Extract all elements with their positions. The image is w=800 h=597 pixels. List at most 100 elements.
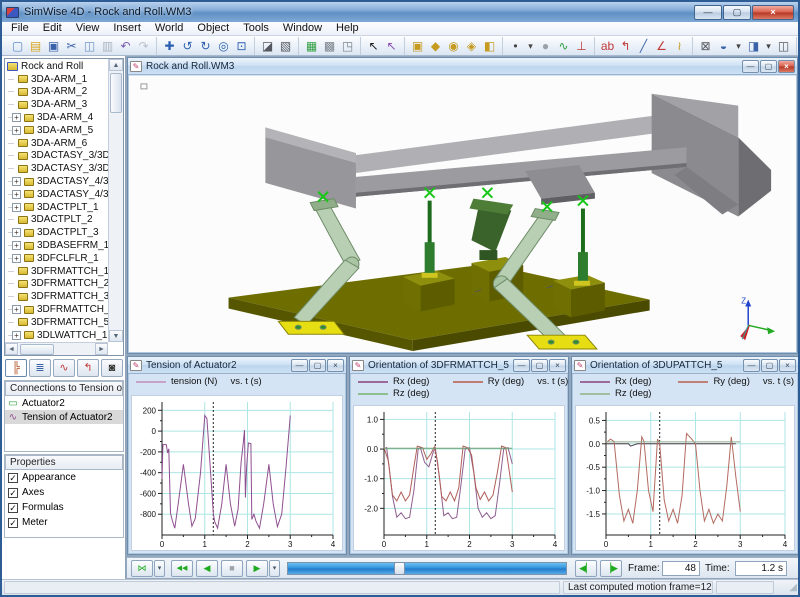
workspace-icon[interactable]: ◳ [340, 38, 355, 54]
curve-tool-icon[interactable]: ∿ [556, 38, 571, 54]
chart-plot[interactable]: 012342000-200-400-600-800 [131, 395, 343, 551]
tab-model-hierarchy[interactable]: ╠ [5, 359, 27, 377]
insert-sphere-body-icon[interactable]: ◉ [446, 38, 461, 54]
tree-horizontal-scrollbar[interactable]: ◄ ► [5, 342, 108, 355]
menu-world[interactable]: World [148, 22, 191, 35]
view-caret-icon[interactable]: ▾ [734, 38, 743, 54]
tree-item[interactable]: ─3DACTASY_3/3DA [7, 150, 108, 163]
menu-view[interactable]: View [69, 22, 107, 35]
checkbox[interactable]: ✓ [8, 473, 18, 483]
save-icon[interactable]: ▣ [46, 38, 61, 54]
expand-icon[interactable]: + [12, 113, 21, 122]
minimize-button[interactable]: — [694, 5, 722, 20]
insert-mesh-body-icon[interactable]: ◈ [464, 38, 479, 54]
rotate-view-icon[interactable]: ↻ [198, 38, 213, 54]
text-label-icon[interactable]: ab [600, 38, 615, 54]
chart-minimize-button[interactable]: — [291, 359, 308, 372]
tree-item[interactable]: ─3DACTASY_3/3DC [7, 162, 108, 175]
viewport-restore-button[interactable]: ▢ [760, 60, 777, 73]
snap-icon[interactable]: ▩ [322, 38, 337, 54]
play-options-caret[interactable]: ▾ [269, 560, 280, 577]
chart-plot[interactable]: 012340.50.0-0.5-1.0-1.5 [575, 405, 795, 551]
tree-item[interactable]: ─+3DA-ARM_5 [7, 124, 108, 137]
step-back-button[interactable]: ◀▏ [575, 560, 597, 577]
insert-box-body-icon[interactable]: ▣ [410, 38, 425, 54]
orbit-icon[interactable]: ↺ [180, 38, 195, 54]
tree-item[interactable]: ─3DFRMATTCH_5 [7, 316, 108, 329]
zoom-icon[interactable]: ◎ [216, 38, 231, 54]
chart-plot[interactable]: 012341.00.0-1.0-2.0 [353, 405, 565, 551]
viewport-close-button[interactable]: × [778, 60, 795, 73]
pan-icon[interactable]: ✚ [162, 38, 177, 54]
tree-item[interactable]: ─+3DACTPLT_1 [7, 201, 108, 214]
expand-icon[interactable]: + [12, 177, 21, 186]
point-caret-icon[interactable]: ▾ [526, 38, 535, 54]
point-tool-icon[interactable]: • [508, 38, 523, 54]
expand-icon[interactable]: + [12, 203, 21, 212]
checkbox[interactable]: ✓ [8, 518, 18, 528]
meter-tool-icon[interactable]: ↰ [618, 38, 633, 54]
open-folder-icon[interactable]: ▤ [28, 38, 43, 54]
tab-controls[interactable]: ↰ [77, 359, 99, 377]
chart-close-button[interactable]: × [327, 359, 344, 372]
render-mode-icon[interactable]: ◪ [260, 38, 275, 54]
tree-root-item[interactable]: Rock and Roll [7, 60, 108, 73]
timeline-slider[interactable] [287, 562, 567, 575]
constraint-caret-icon[interactable]: ▾ [764, 38, 773, 54]
chart-titlebar[interactable]: ✎ Orientation of 3DFRMATTCH_5 — ▢ × [350, 357, 568, 374]
chart-titlebar[interactable]: ✎ Orientation of 3DUPATTCH_5 — ▢ × [572, 357, 798, 374]
tree-item[interactable]: ─+3DACTPLT_3 [7, 226, 108, 239]
viewport-minimize-button[interactable]: — [742, 60, 759, 73]
tree-item[interactable]: ─3DFRMATTCH_3 [7, 290, 108, 303]
anchor-icon[interactable]: ⊥ [574, 38, 589, 54]
maximize-button[interactable]: ▢ [723, 5, 751, 20]
resize-grip[interactable]: ◢ [789, 582, 797, 593]
viewport-canvas[interactable]: Z [129, 76, 796, 352]
chart-restore-button[interactable]: ▢ [761, 359, 778, 372]
chart-close-button[interactable]: × [549, 359, 566, 372]
gray-sphere-icon[interactable]: ● [538, 38, 553, 54]
menu-insert[interactable]: Insert [106, 22, 148, 35]
play-button[interactable]: ▶ [246, 560, 268, 577]
chart-restore-button[interactable]: ▢ [309, 359, 326, 372]
frame-field[interactable]: 48 [662, 561, 700, 576]
tree-item[interactable]: ─+3DLWATTCH_1 [7, 329, 108, 342]
checkbox[interactable]: ✓ [8, 488, 18, 498]
tree-item[interactable]: ─3DACTPLT_2 [7, 214, 108, 227]
undo-icon[interactable]: ↶ [118, 38, 133, 54]
copy-icon[interactable]: ◫ [82, 38, 97, 54]
tree-item[interactable]: ─+3DFRMATTCH_4 [7, 303, 108, 316]
expand-icon[interactable]: + [12, 331, 21, 340]
measure-distance-icon[interactable]: ╱ [636, 38, 651, 54]
tree-item[interactable]: ─3DFRMATTCH_2 [7, 278, 108, 291]
paste-icon[interactable]: ▥ [100, 38, 115, 54]
step-forward-button[interactable]: ▕▶ [600, 560, 622, 577]
menu-window[interactable]: Window [276, 22, 329, 35]
tree-item[interactable]: ─3DFRMATTCH_1 [7, 265, 108, 278]
scrollbar-thumb[interactable] [20, 344, 54, 355]
expand-icon[interactable]: + [12, 254, 21, 263]
menu-tools[interactable]: Tools [236, 22, 276, 35]
scroll-right-icon[interactable]: ► [95, 343, 108, 355]
view-body-icon[interactable]: ◒ [716, 38, 731, 54]
tree-item[interactable]: ─3DA-ARM_6 [7, 137, 108, 150]
loop-options-caret[interactable]: ▾ [154, 560, 165, 577]
connection-item[interactable]: ▭Actuator2 [5, 396, 123, 410]
lock-icon[interactable]: ⊠ [698, 38, 713, 54]
chart-restore-button[interactable]: ▢ [531, 359, 548, 372]
rewind-button[interactable]: ◀◀ [171, 560, 193, 577]
chart-minimize-button[interactable]: — [513, 359, 530, 372]
expand-icon[interactable]: + [12, 190, 21, 199]
select-icon[interactable]: ↖ [366, 38, 381, 54]
expand-icon[interactable]: + [12, 241, 21, 250]
connection-item[interactable]: ∿Tension of Actuator2 [5, 410, 123, 424]
constraint-set-icon[interactable]: ◨ [746, 38, 761, 54]
chart-close-button[interactable]: × [779, 359, 796, 372]
measure-angle-icon[interactable]: ∠ [654, 38, 669, 54]
menu-edit[interactable]: Edit [36, 22, 69, 35]
tab-object-list[interactable]: ≣ [29, 359, 51, 377]
scrollbar-thumb[interactable] [110, 73, 122, 113]
chart-minimize-button[interactable]: — [743, 359, 760, 372]
tree-item[interactable]: ─+3DBASEFRM_1 [7, 239, 108, 252]
menu-file[interactable]: File [4, 22, 36, 35]
